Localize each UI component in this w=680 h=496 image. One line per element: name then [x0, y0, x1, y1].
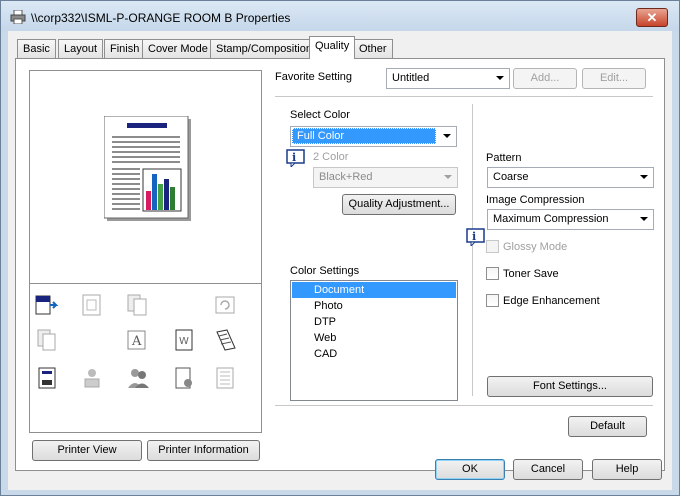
tab-finish[interactable]: Finish	[104, 39, 146, 58]
tab-stamp-composition[interactable]: Stamp/Composition	[210, 39, 318, 58]
info-icon[interactable]: i	[286, 149, 306, 167]
tab-layout[interactable]: Layout	[58, 39, 104, 58]
select-color-value: Full Color	[292, 128, 436, 144]
tab-other[interactable]: Other	[353, 39, 393, 58]
quality-adjustment-button[interactable]: Quality Adjustment...	[342, 194, 456, 215]
svg-text:W: W	[179, 336, 189, 347]
dialog-client: Basic Layout Finish Cover Mode Stamp/Com…	[8, 31, 672, 490]
chevron-down-icon	[640, 217, 648, 221]
booklet-icon	[216, 329, 236, 351]
glossy-mode-checkbox[interactable]	[486, 240, 499, 253]
pages-stack-icon	[216, 367, 234, 389]
divider-vertical	[472, 104, 473, 396]
window-title: \\corp332\ISML-P-ORANGE ROOM B Propertie…	[31, 11, 291, 25]
preview-pane: A W	[29, 70, 262, 433]
select-color-label: Select Color	[290, 109, 350, 121]
glossy-mode-label: Glossy Mode	[503, 241, 568, 253]
toner-save-checkbox[interactable]	[486, 267, 499, 280]
zoom-icon	[82, 294, 101, 316]
two-color-label: 2 Color	[313, 151, 349, 163]
chevron-down-icon	[443, 134, 451, 138]
image-compression-dropdown[interactable]: Maximum Compression	[487, 209, 654, 230]
two-color-dropdown[interactable]: Black+Red	[313, 167, 458, 188]
default-button[interactable]: Default	[568, 416, 647, 437]
divider-top	[275, 96, 653, 97]
document-preview-image	[104, 116, 191, 221]
divider-bottom	[275, 405, 653, 406]
image-compression-value: Maximum Compression	[493, 213, 609, 225]
two-color-value: Black+Red	[319, 171, 373, 183]
favorite-setting-value: Untitled	[392, 72, 430, 84]
help-button[interactable]: Help	[592, 459, 662, 480]
font-icon: A	[127, 330, 146, 350]
properties-window: \\corp332\ISML-P-ORANGE ROOM B Propertie…	[0, 0, 680, 496]
close-button[interactable]: ✕	[636, 8, 668, 27]
rotate-icon	[215, 296, 235, 314]
ok-button[interactable]: OK	[435, 459, 505, 480]
quality-page-icon	[38, 367, 56, 389]
chevron-down-icon	[640, 175, 648, 179]
paper-type-icon	[35, 295, 59, 315]
add-favorite-button[interactable]: Add...	[513, 68, 577, 89]
users-icon	[128, 369, 149, 388]
svg-text:i: i	[472, 230, 476, 243]
toner-save-label: Toner Save	[503, 268, 559, 280]
color-settings-label: Color Settings	[290, 265, 360, 277]
color-settings-list[interactable]: Document Photo DTP Web CAD	[290, 280, 458, 401]
printer-information-button[interactable]: Printer Information	[147, 440, 260, 461]
printer-icon	[10, 10, 26, 24]
settings-page-icon	[175, 367, 192, 389]
font-settings-button[interactable]: Font Settings...	[487, 376, 653, 397]
edge-enhancement-label: Edge Enhancement	[503, 295, 600, 307]
favorite-setting-label: Favorite Setting	[275, 71, 353, 83]
image-compression-label: Image Compression	[486, 194, 585, 206]
svg-text:A: A	[131, 334, 142, 349]
copies-icon	[127, 294, 147, 316]
quality-tab-panel: A W Printer View Printer Information Fav…	[15, 58, 665, 471]
tab-quality[interactable]: Quality	[309, 36, 356, 59]
pattern-value: Coarse	[493, 171, 529, 183]
svg-text:i: i	[292, 151, 296, 164]
cancel-button[interactable]: Cancel	[513, 459, 583, 480]
list-item-photo[interactable]: Photo	[292, 298, 456, 314]
list-item-document[interactable]: Document	[292, 282, 456, 298]
chevron-down-icon	[496, 76, 504, 80]
select-color-dropdown[interactable]: Full Color	[290, 126, 457, 147]
watermark-icon: W	[175, 329, 193, 351]
pattern-dropdown[interactable]: Coarse	[487, 167, 654, 188]
printer-view-button[interactable]: Printer View	[32, 440, 142, 461]
edit-favorite-button[interactable]: Edit...	[582, 68, 646, 89]
info-icon[interactable]: i	[466, 228, 486, 246]
list-item-dtp[interactable]: DTP	[292, 314, 456, 330]
tab-basic[interactable]: Basic	[17, 39, 56, 58]
list-item-cad[interactable]: CAD	[292, 346, 456, 362]
page-preview	[30, 71, 261, 284]
title-bar[interactable]: \\corp332\ISML-P-ORANGE ROOM B Propertie…	[1, 1, 679, 31]
list-item-web[interactable]: Web	[292, 330, 456, 346]
tab-cover-mode[interactable]: Cover Mode	[142, 39, 214, 58]
chevron-down-icon	[444, 175, 452, 179]
duplex-icon	[37, 329, 56, 351]
pattern-label: Pattern	[486, 152, 522, 164]
stamp-icon	[84, 369, 100, 388]
edge-enhancement-checkbox[interactable]	[486, 294, 499, 307]
favorite-setting-select[interactable]: Untitled	[386, 68, 510, 89]
